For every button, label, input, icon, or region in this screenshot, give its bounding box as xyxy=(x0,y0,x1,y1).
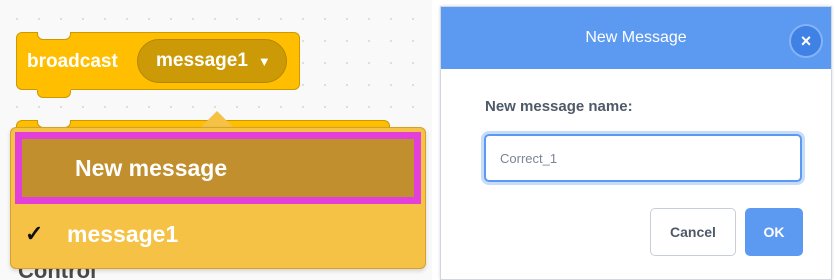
message-dropdown[interactable]: message1 ▼ xyxy=(137,39,287,83)
dialog-title: New Message xyxy=(585,29,687,46)
chevron-down-icon: ▼ xyxy=(257,53,271,69)
close-icon: × xyxy=(800,30,812,51)
menu-item-new-message[interactable]: New message xyxy=(15,132,421,204)
selected-message: message1 xyxy=(156,50,248,71)
code-area: Control broadcast message1 ▼ New message… xyxy=(0,0,432,280)
menu-item-label: message1 xyxy=(67,220,179,247)
broadcast-label: broadcast xyxy=(27,51,118,72)
close-button[interactable]: × xyxy=(791,26,821,56)
ok-button[interactable]: OK xyxy=(745,208,803,256)
broadcast-block[interactable]: broadcast message1 ▼ xyxy=(16,32,300,98)
message-name-input[interactable] xyxy=(484,134,802,182)
dialog-header: New Message × xyxy=(441,7,831,69)
message-name-label: New message name: xyxy=(485,98,633,115)
block-notch xyxy=(37,32,71,40)
cancel-button[interactable]: Cancel xyxy=(650,208,736,256)
checkmark-icon: ✓ xyxy=(25,221,44,246)
menu-pointer xyxy=(200,111,234,128)
message-dropdown-menu: New message ✓ message1 xyxy=(10,127,426,269)
new-message-dialog: New Message × New message name: Cancel O… xyxy=(440,6,832,280)
menu-item-message1[interactable]: ✓ message1 xyxy=(19,214,419,254)
menu-item-label: New message xyxy=(75,154,228,181)
block-tab xyxy=(37,87,71,98)
